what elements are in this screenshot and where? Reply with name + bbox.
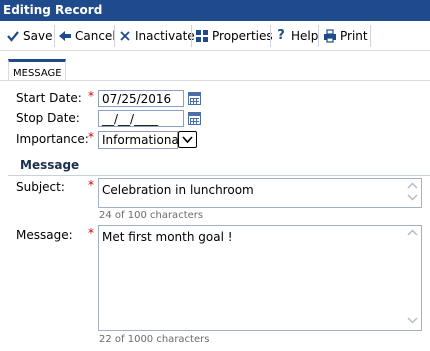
save-button[interactable]: Save (6, 21, 52, 51)
section-divider (8, 175, 430, 176)
print-label: Print (340, 29, 368, 43)
required-marker: * (88, 89, 94, 103)
help-button[interactable]: ? Help (274, 21, 318, 51)
grid-icon (195, 29, 209, 43)
back-arrow-icon (58, 29, 72, 43)
window-title: Editing Record (0, 0, 430, 21)
required-marker: * (88, 130, 94, 144)
inactivate-button[interactable]: Inactivate (118, 21, 195, 51)
required-marker: * (88, 178, 94, 192)
toolbar-divider (318, 25, 319, 47)
toolbar-divider (370, 25, 371, 47)
start-date-label: Start Date: (16, 91, 82, 105)
tab-strip: MESSAGE (0, 51, 430, 81)
x-icon (118, 29, 132, 43)
importance-select[interactable]: Informational (98, 131, 182, 149)
subject-textarea[interactable]: Celebration in lunchroom (98, 178, 422, 208)
checkmark-icon (6, 29, 20, 43)
help-label: Help (291, 29, 319, 43)
message-section-title: Message (20, 158, 80, 172)
properties-label: Properties (212, 29, 273, 43)
required-marker: * (88, 226, 94, 240)
chevron-down-icon (182, 136, 193, 144)
stop-date-label: Stop Date: (16, 111, 80, 125)
start-date-input[interactable]: 07/25/2016 (98, 90, 184, 107)
toolbar: Save Cancel Inactivate Properties ? Help (0, 21, 430, 51)
message-scrollbar[interactable] (405, 227, 420, 329)
inactivate-label: Inactivate (135, 29, 195, 43)
scroll-down-icon[interactable] (405, 191, 420, 206)
message-value: Met first month goal ! (102, 230, 233, 244)
scroll-down-icon[interactable] (405, 314, 420, 329)
toolbar-divider (114, 25, 115, 47)
subject-character-count: 24 of 100 characters (99, 210, 204, 221)
importance-dropdown-button[interactable] (178, 131, 197, 148)
stop-date-input[interactable]: __/__/____ (98, 110, 184, 127)
scroll-up-icon[interactable] (405, 227, 420, 242)
printer-icon (323, 29, 337, 43)
cancel-label: Cancel (75, 29, 116, 43)
subject-value: Celebration in lunchroom (102, 183, 254, 197)
message-label: Message: (16, 228, 73, 242)
cancel-button[interactable]: Cancel (58, 21, 116, 51)
toolbar-divider (270, 25, 271, 47)
tab-strip-divider (0, 80, 430, 81)
calendar-icon[interactable] (188, 112, 201, 125)
toolbar-divider (191, 25, 192, 47)
subject-label: Subject: (16, 180, 65, 194)
save-label: Save (23, 29, 53, 43)
print-button[interactable]: Print (323, 21, 368, 51)
properties-button[interactable]: Properties (195, 21, 273, 51)
calendar-icon[interactable] (188, 92, 201, 105)
toolbar-divider (54, 25, 55, 47)
message-character-count: 22 of 1000 characters (99, 334, 210, 345)
tab-message[interactable]: MESSAGE (8, 59, 66, 81)
importance-label: Importance: (16, 132, 89, 146)
subject-scrollbar[interactable] (405, 180, 420, 206)
message-textarea[interactable]: Met first month goal ! (98, 225, 422, 331)
question-mark-icon: ? (277, 28, 285, 43)
